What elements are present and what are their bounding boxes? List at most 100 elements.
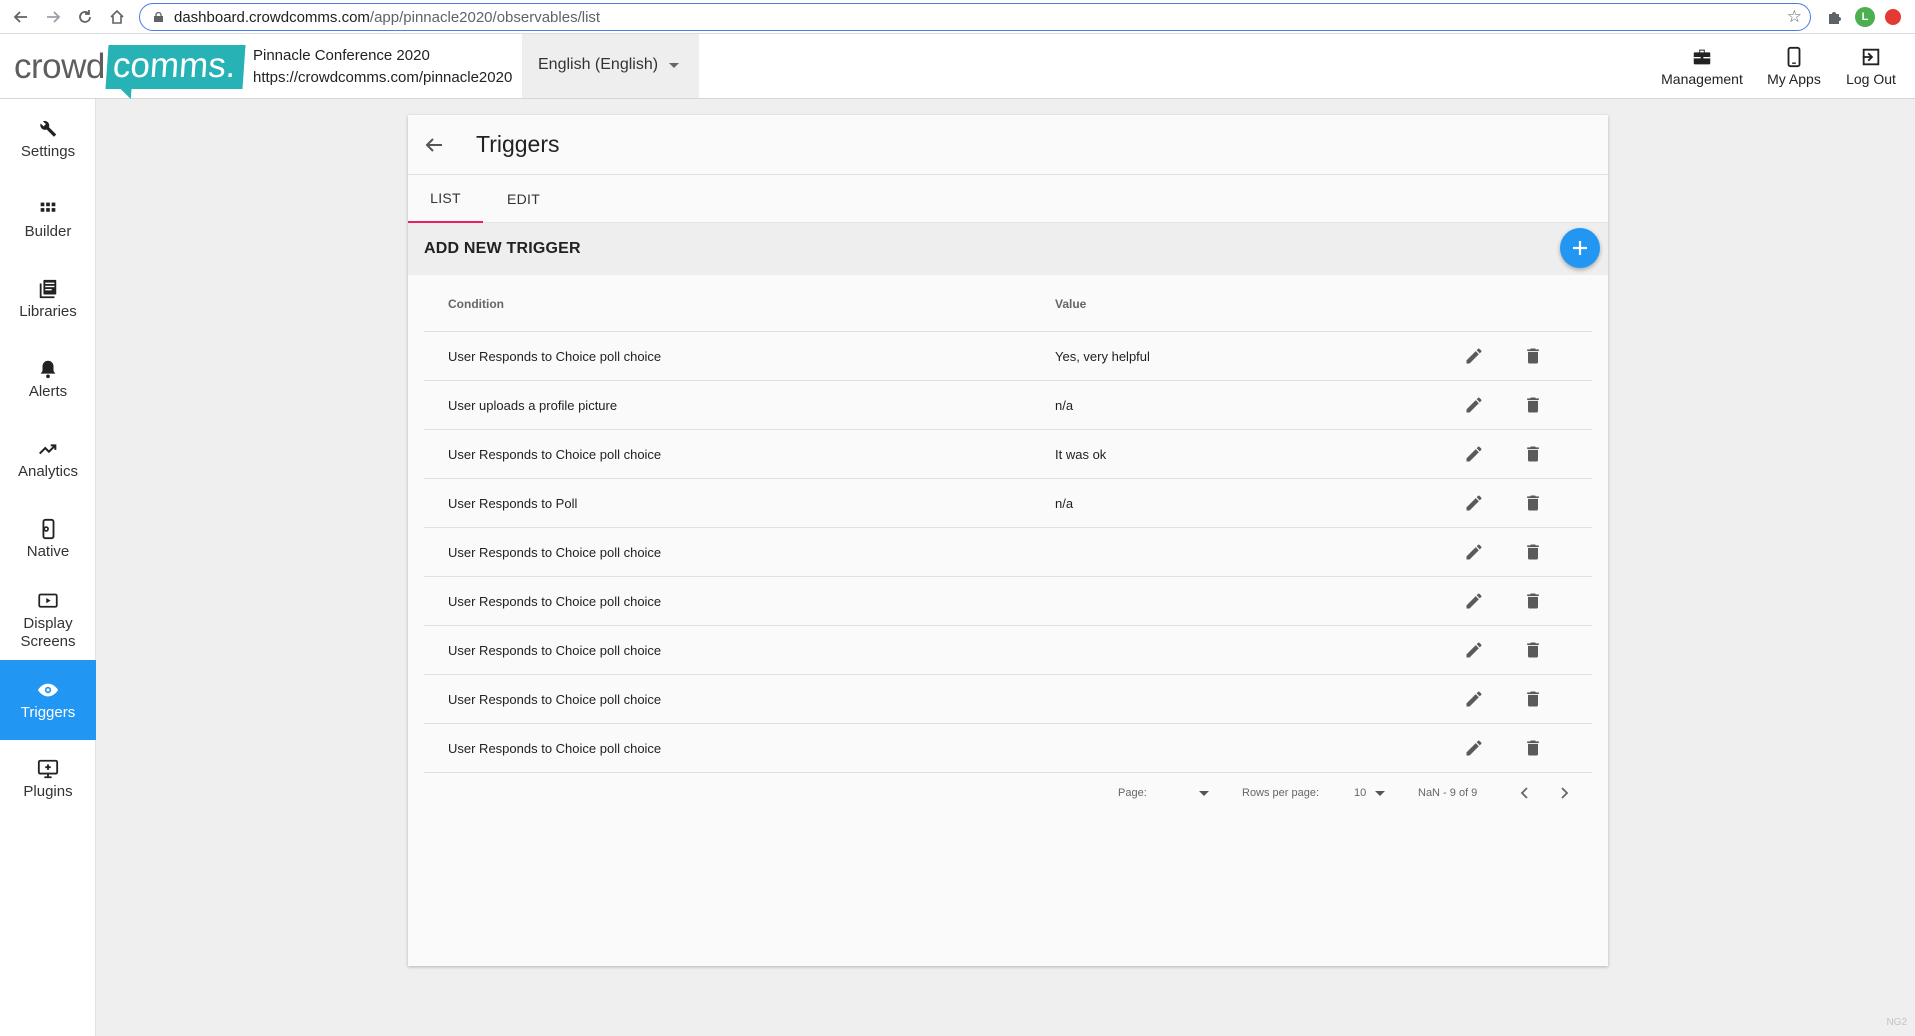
profile-initial: L: [1855, 7, 1875, 27]
table-row[interactable]: User Responds to Choice poll choice: [424, 626, 1592, 675]
plus-icon: [1573, 241, 1587, 255]
sidebar-item-label: Analytics: [17, 462, 79, 480]
delete-icon[interactable]: [1521, 589, 1545, 613]
pagination: Page: Rows per page: 10 NaN - 9 of 9: [408, 779, 1608, 809]
previous-page-icon[interactable]: [1515, 783, 1535, 803]
sidebar-item-builder[interactable]: Builder: [0, 197, 96, 241]
table-row[interactable]: User Responds to Choice poll choice: [424, 724, 1592, 773]
edit-icon[interactable]: [1462, 540, 1486, 564]
page-title: Triggers: [476, 131, 560, 157]
forward-icon[interactable]: [40, 4, 66, 30]
my-apps-button[interactable]: My Apps: [1756, 34, 1832, 98]
puzzle-extension-icon[interactable]: [1823, 6, 1845, 28]
delete-icon[interactable]: [1521, 638, 1545, 662]
edit-icon[interactable]: [1462, 344, 1486, 368]
url-text: dashboard.crowdcomms.com/app/pinnacle202…: [174, 9, 600, 26]
reload-icon[interactable]: [72, 4, 98, 30]
tab-edit[interactable]: EDIT: [483, 175, 564, 223]
table-row[interactable]: User uploads a profile picture n/a: [424, 381, 1592, 430]
rows-per-page-caret-icon[interactable]: [1375, 791, 1385, 796]
edit-icon[interactable]: [1462, 393, 1486, 417]
bookmark-star-icon[interactable]: ☆: [1787, 7, 1802, 27]
sidebar-item-label: Native: [26, 542, 70, 560]
delete-icon[interactable]: [1521, 491, 1545, 515]
table-row[interactable]: User Responds to Choice poll choice Yes, …: [424, 332, 1592, 381]
log-out-button[interactable]: Log Out: [1838, 34, 1904, 98]
library-icon: [39, 279, 57, 298]
column-header-condition[interactable]: Condition: [448, 297, 504, 311]
back-arrow-icon[interactable]: [422, 133, 446, 157]
tab-bar: LIST EDIT: [408, 175, 1608, 223]
add-trigger-button[interactable]: [1560, 228, 1600, 268]
table-row[interactable]: User Responds to Choice poll choice: [424, 577, 1592, 626]
table-row[interactable]: User Responds to Choice poll choice: [424, 675, 1592, 724]
briefcase-icon: [1693, 49, 1711, 64]
condition-cell: User Responds to Choice poll choice: [448, 447, 662, 462]
rows-per-page-label: Rows per page:: [1242, 787, 1320, 799]
sidebar-item-display-screens[interactable]: Display Screens: [0, 591, 96, 651]
home-icon[interactable]: [104, 4, 130, 30]
language-select[interactable]: English (English): [522, 34, 699, 98]
sidebar-item-label: Triggers: [20, 703, 76, 721]
value-cell: n/a: [1055, 398, 1074, 413]
delete-icon[interactable]: [1521, 736, 1545, 760]
language-value: English (English): [538, 56, 659, 73]
table-row[interactable]: User Responds to Poll n/a: [424, 479, 1592, 528]
logout-icon: [1862, 48, 1880, 65]
table-header: Condition Value: [424, 275, 1592, 332]
edit-icon[interactable]: [1462, 491, 1486, 515]
crowdcomms-logo[interactable]: crowd comms.: [14, 42, 245, 92]
table-body: User Responds to Choice poll choice Yes, …: [424, 332, 1592, 773]
condition-cell: User Responds to Choice poll choice: [448, 545, 662, 560]
address-bar[interactable]: dashboard.crowdcomms.com/app/pinnacle202…: [139, 3, 1811, 31]
sidebar-item-label: Alerts: [28, 382, 68, 400]
sidebar-item-label: Settings: [20, 142, 76, 160]
edit-icon[interactable]: [1462, 638, 1486, 662]
add-trigger-label: ADD NEW TRIGGER: [424, 240, 581, 257]
delete-icon[interactable]: [1521, 540, 1545, 564]
value-cell: Yes, very helpful: [1055, 349, 1150, 364]
url-path: /app/pinnacle2020/observables/list: [369, 9, 601, 26]
next-page-icon[interactable]: [1554, 783, 1574, 803]
sidebar-nav: Settings Builder Libraries Alerts Analyt…: [0, 99, 96, 1036]
lock-icon: [154, 12, 163, 22]
table-row[interactable]: User Responds to Choice poll choice: [424, 528, 1592, 577]
back-icon[interactable]: [8, 4, 34, 30]
delete-icon[interactable]: [1521, 393, 1545, 417]
triggers-card: Triggers LIST EDIT ADD NEW TRIGGER Condi…: [408, 115, 1608, 966]
management-button[interactable]: Management: [1657, 34, 1747, 98]
wrench-icon: [40, 120, 57, 137]
table-row[interactable]: User Responds to Choice poll choice It wa…: [424, 430, 1592, 479]
display-icon: [38, 593, 58, 608]
sidebar-item-plugins[interactable]: Plugins: [0, 757, 96, 801]
sidebar-item-label: Display Screens: [20, 615, 76, 650]
sidebar-item-libraries[interactable]: Libraries: [0, 277, 96, 321]
rows-per-page-value[interactable]: 10: [1354, 787, 1366, 799]
condition-cell: User Responds to Choice poll choice: [448, 643, 662, 658]
delete-icon[interactable]: [1521, 687, 1545, 711]
bell-icon: [40, 360, 56, 378]
column-header-value[interactable]: Value: [1055, 297, 1086, 311]
event-url: https://crowdcomms.com/pinnacle2020: [253, 69, 513, 86]
sidebar-item-native[interactable]: Native: [0, 517, 96, 561]
page-select-caret-icon[interactable]: [1199, 791, 1209, 796]
sidebar-item-analytics[interactable]: Analytics: [0, 437, 96, 481]
event-name: Pinnacle Conference 2020: [253, 47, 430, 64]
profile-avatar-icon[interactable]: L: [1854, 6, 1876, 28]
sidebar-item-settings[interactable]: Settings: [0, 117, 96, 161]
management-label: Management: [1661, 70, 1743, 87]
edit-icon[interactable]: [1462, 687, 1486, 711]
browser-toolbar: dashboard.crowdcomms.com/app/pinnacle202…: [0, 0, 1915, 34]
edit-icon[interactable]: [1462, 589, 1486, 613]
delete-icon[interactable]: [1521, 442, 1545, 466]
extension-red-icon[interactable]: [1882, 6, 1904, 28]
logo-text-crowd: crowd: [14, 47, 105, 86]
sidebar-item-triggers[interactable]: Triggers: [0, 660, 96, 740]
plugin-icon: [37, 759, 59, 778]
sidebar-item-alerts[interactable]: Alerts: [0, 357, 96, 401]
tab-list[interactable]: LIST: [408, 175, 483, 223]
eye-icon: [37, 683, 59, 696]
edit-icon[interactable]: [1462, 442, 1486, 466]
edit-icon[interactable]: [1462, 736, 1486, 760]
delete-icon[interactable]: [1521, 344, 1545, 368]
